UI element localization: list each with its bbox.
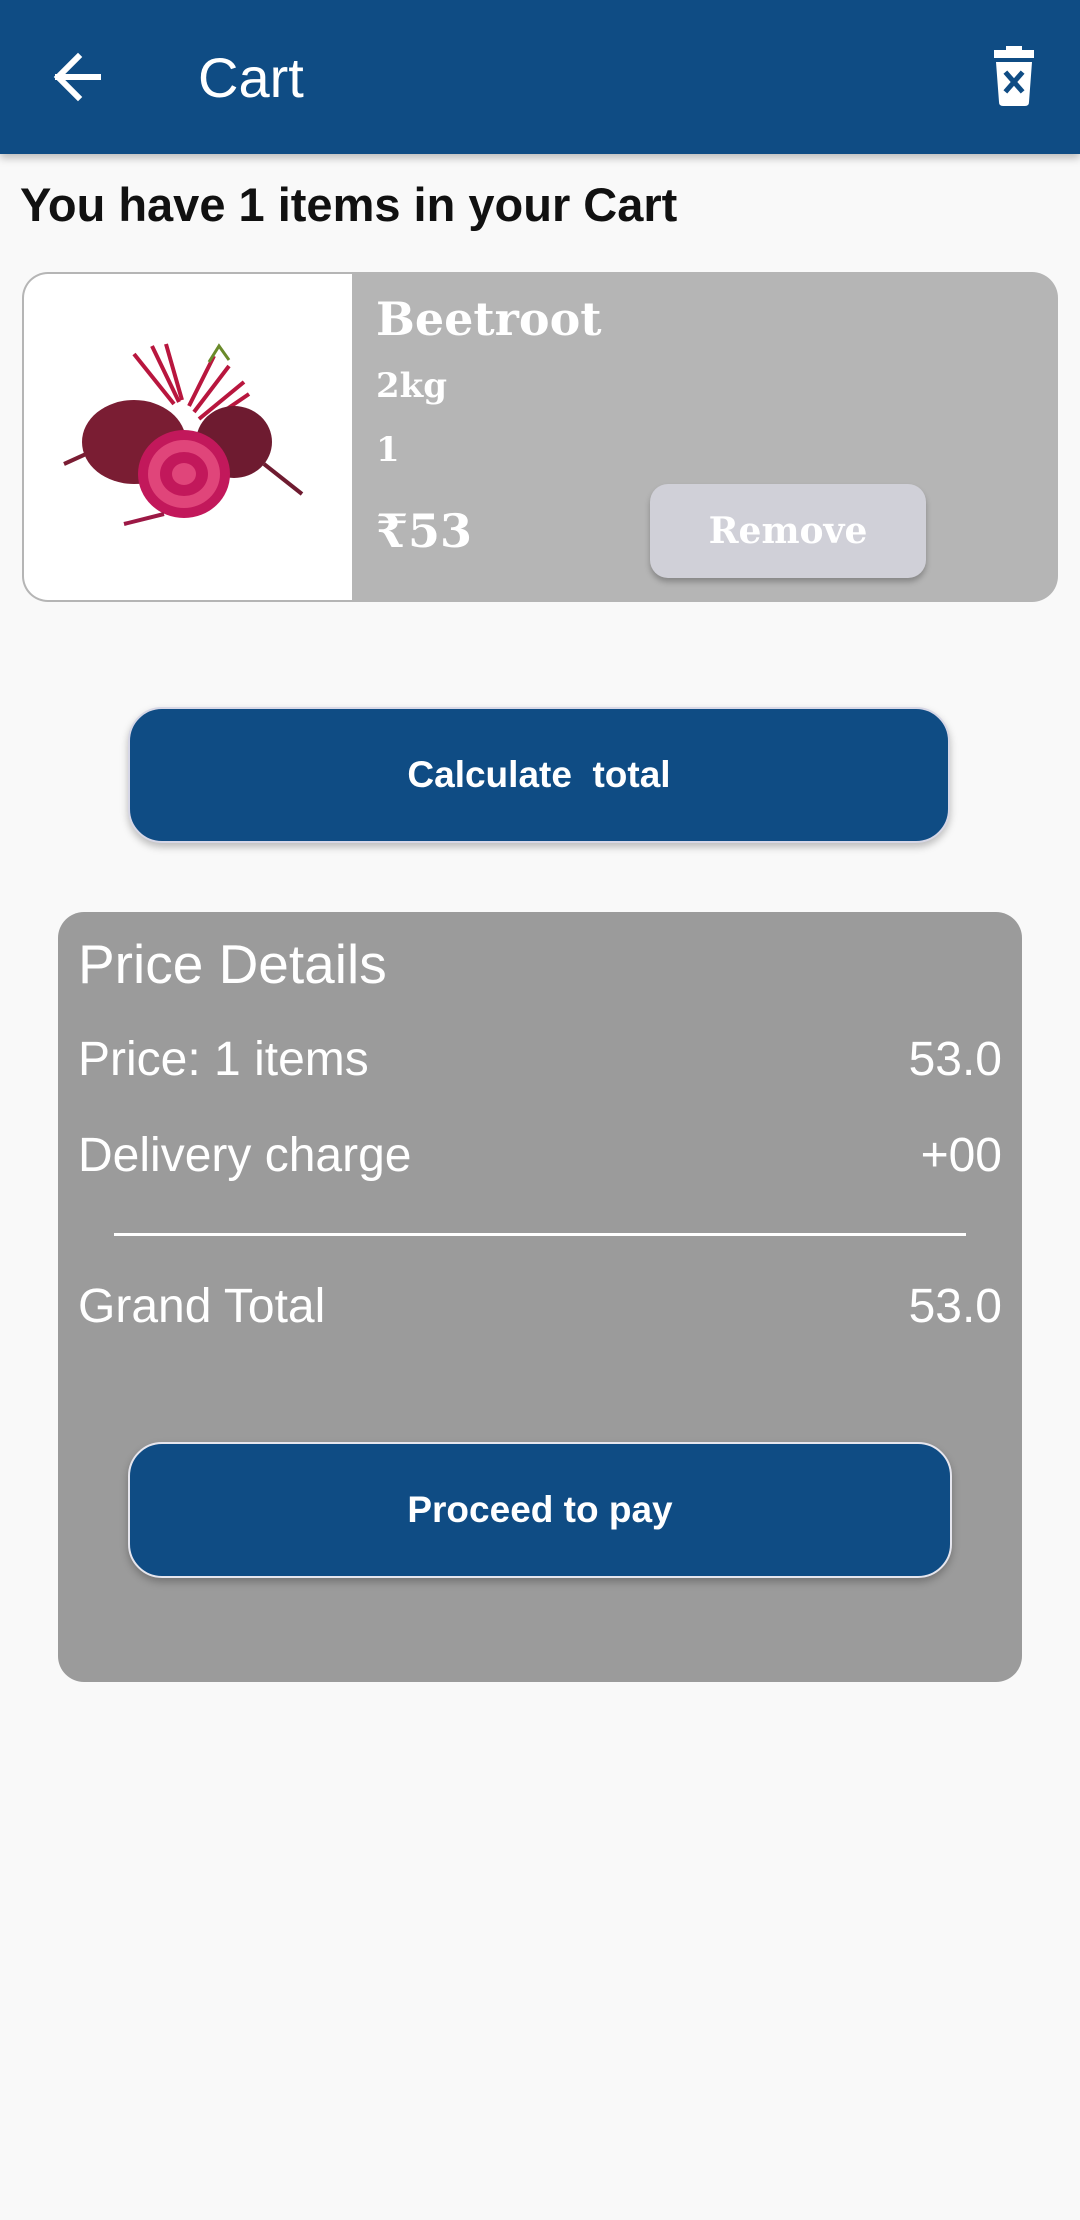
price-value: 53.0 <box>908 1033 1002 1086</box>
divider <box>114 1233 966 1236</box>
product-weight: 2kg <box>376 366 447 406</box>
proceed-to-pay-button[interactable]: Proceed to pay <box>128 1442 952 1578</box>
product-quantity: 1 <box>376 430 400 470</box>
grand-total-label: Grand Total <box>78 1280 326 1333</box>
clear-cart-button[interactable] <box>982 46 1046 110</box>
app-bar: Cart <box>0 0 1080 154</box>
grand-total-value: 53.0 <box>908 1280 1002 1333</box>
calculate-total-button[interactable]: Calculate total <box>128 707 950 843</box>
trash-icon <box>994 46 1034 106</box>
cart-item-card: Beetroot 2kg 1 ₹53 Remove <box>22 272 1058 602</box>
price-details-title: Price Details <box>78 933 387 995</box>
product-image <box>24 274 352 600</box>
product-price: ₹53 <box>376 504 473 558</box>
delivery-label: Delivery charge <box>78 1129 412 1182</box>
product-name: Beetroot <box>376 292 602 346</box>
price-label: Price: 1 items <box>78 1033 369 1086</box>
back-button[interactable] <box>40 40 114 114</box>
price-details-card: Price Details Price: 1 items 53.0 Delive… <box>58 912 1022 1682</box>
cart-count-text: You have 1 items in your Cart <box>20 178 678 231</box>
arrow-left-icon <box>53 52 101 102</box>
delivery-value: +00 <box>920 1129 1002 1182</box>
remove-button[interactable]: Remove <box>650 484 926 578</box>
page-title: Cart <box>198 46 304 109</box>
